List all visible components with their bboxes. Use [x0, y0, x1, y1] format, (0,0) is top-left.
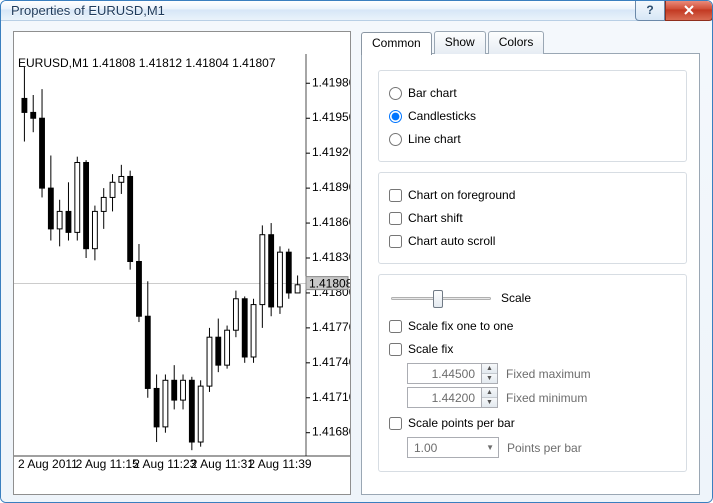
chart-preview-panel: 1.41980 1.41950 1.41920 1.41890 1.41860 1.418…	[13, 31, 351, 495]
title-bar: Properties of EURUSD,M1 ?	[1, 1, 712, 21]
settings-panel: Common Show Colors Bar chart Candlestick…	[361, 31, 700, 495]
radio-line-chart[interactable]	[389, 133, 402, 146]
points-per-bar-combo[interactable]: 1.00 ▼	[407, 437, 499, 458]
tab-strip: Common Show Colors	[361, 31, 700, 54]
checkbox-chart-shift[interactable]	[389, 212, 402, 225]
label-scale: Scale	[501, 291, 531, 305]
label-candlesticks: Candlesticks	[408, 109, 476, 123]
checkbox-foreground[interactable]	[389, 189, 402, 202]
svg-text:1.41980: 1.41980	[312, 75, 350, 89]
dialog-content: 1.41980 1.41950 1.41920 1.41890 1.41860 1.418…	[1, 21, 712, 503]
spin-down-icon[interactable]: ▼	[482, 374, 497, 383]
tab-show[interactable]: Show	[434, 31, 486, 54]
spin-up-icon[interactable]: ▲	[482, 364, 497, 374]
chart-preview: 1.41980 1.41950 1.41920 1.41890 1.41860 1.418…	[13, 31, 351, 495]
help-window-button[interactable]: ?	[635, 1, 665, 21]
chevron-down-icon: ▼	[486, 443, 494, 452]
window-title: Properties of EURUSD,M1	[11, 3, 165, 18]
label-auto-scroll: Chart auto scroll	[408, 234, 495, 248]
tab-common[interactable]: Common	[361, 32, 432, 55]
window-buttons: ?	[635, 1, 713, 20]
label-chart-shift: Chart shift	[408, 211, 463, 225]
svg-text:EURUSD,M1 1.41808 1.41812 1.4: EURUSD,M1 1.41808 1.41812 1.41804 1.4180…	[18, 56, 276, 70]
spin-buttons[interactable]: ▲▼	[481, 387, 498, 408]
spin-buttons[interactable]: ▲▼	[481, 363, 498, 384]
spin-down-icon[interactable]: ▼	[482, 398, 497, 407]
chart-type-group: Bar chart Candlesticks Line chart	[378, 70, 687, 162]
svg-text:2 Aug 2011: 2 Aug 2011	[18, 457, 78, 471]
ppb-value: 1.00	[414, 441, 437, 455]
tab-colors[interactable]: Colors	[488, 31, 545, 54]
svg-text:2 Aug 11:31: 2 Aug 11:31	[191, 457, 254, 471]
label-line-chart: Line chart	[408, 132, 461, 146]
fixed-max-input[interactable]	[407, 363, 481, 384]
svg-text:1.41890: 1.41890	[312, 180, 350, 194]
label-ppb: Points per bar	[507, 441, 582, 455]
radio-candlesticks[interactable]	[389, 110, 402, 123]
scale-group: Scale Scale fix one to one Scale fix ▲▼	[378, 274, 687, 472]
tab-panel-common: Bar chart Candlesticks Line chart Chart	[361, 53, 700, 495]
label-fixed-max: Fixed maximum	[506, 367, 591, 381]
svg-text:?: ?	[646, 4, 653, 16]
slider-thumb[interactable]	[433, 290, 443, 308]
checkbox-scale-fix[interactable]	[389, 343, 402, 356]
label-bar-chart: Bar chart	[408, 86, 457, 100]
close-icon	[683, 4, 695, 16]
svg-text:1.41830: 1.41830	[312, 250, 350, 264]
label-fixed-min: Fixed minimum	[506, 391, 587, 405]
svg-text:1.41920: 1.41920	[312, 145, 350, 159]
label-points-per-bar: Scale points per bar	[408, 416, 515, 430]
svg-text:2 Aug 11:23: 2 Aug 11:23	[133, 457, 196, 471]
svg-text:1.41860: 1.41860	[312, 215, 350, 229]
dialog-window: Properties of EURUSD,M1 ? 1.41980 1.41950…	[0, 0, 713, 503]
fixed-min-input[interactable]	[407, 387, 481, 408]
close-window-button[interactable]	[665, 1, 713, 21]
radio-bar-chart[interactable]	[389, 87, 402, 100]
scale-slider[interactable]	[389, 287, 493, 309]
label-foreground: Chart on foreground	[408, 188, 515, 202]
fixed-max-spinbox[interactable]: ▲▼	[407, 363, 498, 384]
svg-text:1.41950: 1.41950	[312, 110, 350, 124]
question-icon: ?	[644, 4, 656, 16]
chart-options-group: Chart on foreground Chart shift Chart au…	[378, 172, 687, 264]
svg-text:2 Aug 11:15: 2 Aug 11:15	[76, 457, 139, 471]
svg-text:1.41770: 1.41770	[312, 320, 350, 334]
checkbox-fix-one-to-one[interactable]	[389, 320, 402, 333]
fixed-min-spinbox[interactable]: ▲▼	[407, 387, 498, 408]
svg-text:2 Aug 11:39: 2 Aug 11:39	[248, 457, 311, 471]
svg-text:1.41680: 1.41680	[312, 425, 350, 439]
label-scale-fix: Scale fix	[408, 342, 453, 356]
spin-up-icon[interactable]: ▲	[482, 388, 497, 398]
checkbox-points-per-bar[interactable]	[389, 417, 402, 430]
svg-text:1.41710: 1.41710	[312, 390, 350, 404]
svg-text:1.41808: 1.41808	[309, 277, 350, 291]
svg-text:1.41740: 1.41740	[312, 355, 350, 369]
checkbox-auto-scroll[interactable]	[389, 235, 402, 248]
candlestick-chart: 1.41980 1.41950 1.41920 1.41890 1.41860 1.418…	[14, 32, 350, 494]
label-fix-one-to-one: Scale fix one to one	[408, 319, 513, 333]
